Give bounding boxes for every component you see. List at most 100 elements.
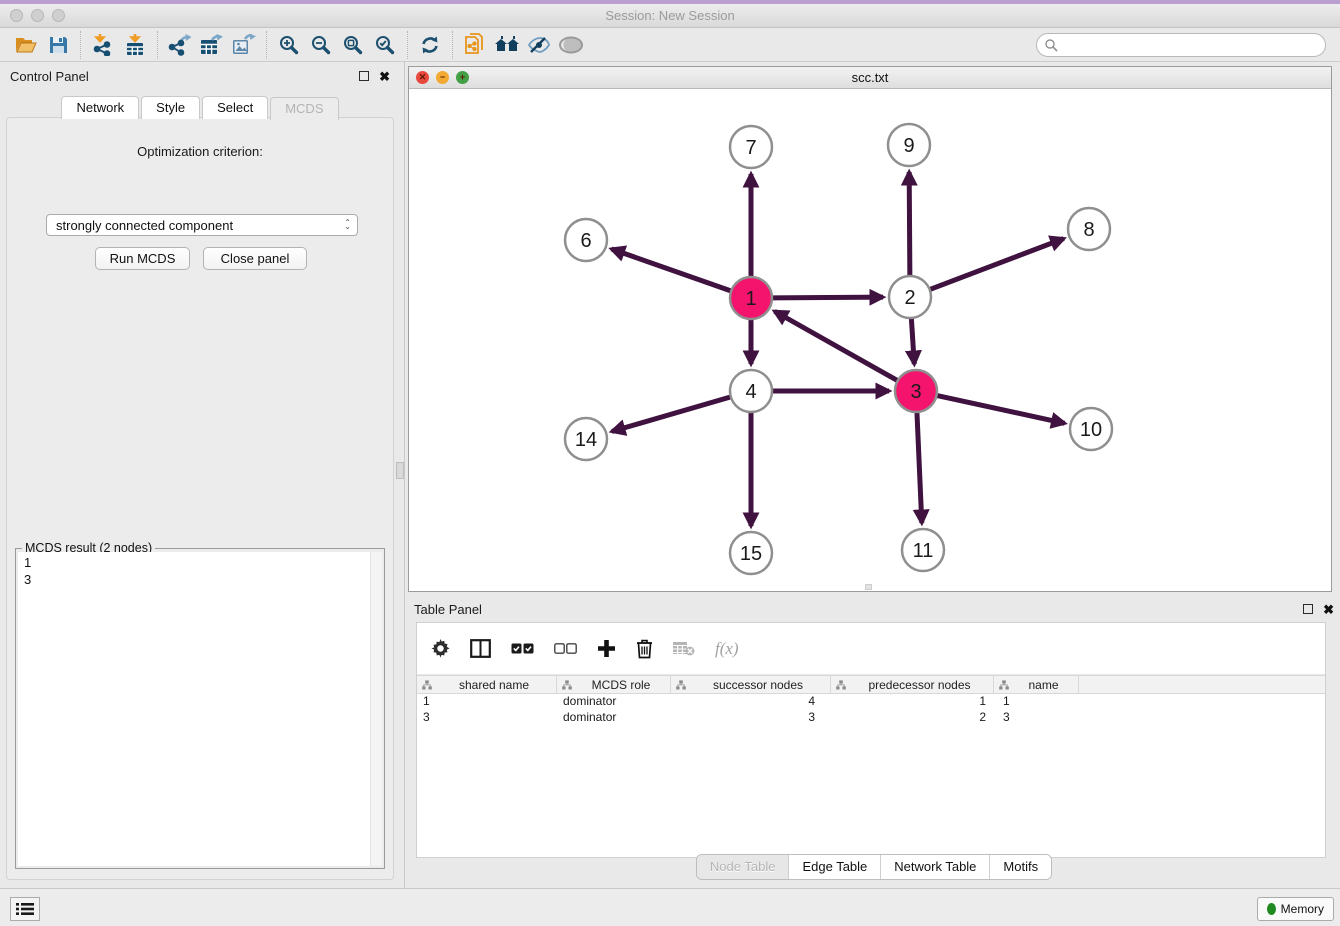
function-builder-icon[interactable]: f(x) <box>715 639 739 659</box>
tab-select[interactable]: Select <box>202 96 268 119</box>
cell[interactable]: 3 <box>994 710 1079 726</box>
close-panel-button[interactable]: Close panel <box>203 247 307 270</box>
node-14[interactable]: 14 <box>565 418 607 460</box>
toolbar-separator <box>157 31 158 59</box>
tab-style[interactable]: Style <box>141 96 200 119</box>
cell[interactable]: 1 <box>417 694 557 710</box>
table-row[interactable]: 1dominator411 <box>417 694 1325 710</box>
node-4[interactable]: 4 <box>730 370 772 412</box>
delete-table-icon[interactable] <box>673 641 695 656</box>
memory-button[interactable]: Memory <box>1257 897 1334 921</box>
column-header-predecessor-nodes[interactable]: predecessor nodes <box>831 676 994 693</box>
node-9[interactable]: 9 <box>888 124 930 166</box>
cell[interactable]: dominator <box>557 710 671 726</box>
canvas-grip[interactable] <box>865 584 872 590</box>
settings-gear-icon[interactable] <box>431 639 450 658</box>
node-11[interactable]: 11 <box>902 529 944 571</box>
node-3[interactable]: 3 <box>895 370 937 412</box>
edge-3-1[interactable] <box>775 311 898 380</box>
column-header-MCDS-role[interactable]: MCDS role <box>557 676 671 693</box>
zoom-in-icon[interactable] <box>273 30 305 60</box>
table-header-row: shared nameMCDS rolesuccessor nodesprede… <box>417 675 1325 694</box>
network-from-clipboard-icon[interactable] <box>459 30 491 60</box>
svg-text:14: 14 <box>575 429 597 451</box>
edge-1-6[interactable] <box>611 249 731 291</box>
node-15[interactable]: 15 <box>730 532 772 574</box>
import-table-icon[interactable] <box>119 30 151 60</box>
control-panel-title: Control Panel <box>10 69 359 84</box>
hide-preview-icon[interactable] <box>555 30 587 60</box>
float-panel-icon[interactable] <box>359 71 369 81</box>
open-file-icon[interactable] <box>10 30 42 60</box>
table-row[interactable]: 3dominator323 <box>417 710 1325 726</box>
edge-3-11[interactable] <box>917 412 922 523</box>
toolbar-separator <box>80 31 81 59</box>
cell[interactable]: 1 <box>831 694 994 710</box>
vizmapper-preview-icon[interactable] <box>523 30 555 60</box>
network-title: scc.txt <box>409 70 1331 85</box>
node-8[interactable]: 8 <box>1068 208 1110 250</box>
criterion-value: strongly connected component <box>56 218 233 233</box>
tab-node-table[interactable]: Node Table <box>697 855 790 879</box>
column-header-successor-nodes[interactable]: successor nodes <box>671 676 831 693</box>
cell[interactable]: 2 <box>831 710 994 726</box>
node-10[interactable]: 10 <box>1070 408 1112 450</box>
float-table-panel-icon[interactable] <box>1303 604 1313 614</box>
close-table-panel-icon[interactable]: ✖ <box>1323 603 1334 616</box>
edge-3-10[interactable] <box>937 395 1065 423</box>
mcds-panel: Optimization criterion: strongly connect… <box>6 117 394 880</box>
search-input[interactable] <box>1058 35 1325 55</box>
column-header-name[interactable]: name <box>994 676 1079 693</box>
edge-2-3[interactable] <box>911 318 914 364</box>
node-2[interactable]: 2 <box>889 276 931 318</box>
vertical-splitter <box>404 62 405 888</box>
result-scrollbar[interactable] <box>370 552 382 866</box>
task-history-button[interactable] <box>10 897 40 921</box>
zoom-out-icon[interactable] <box>305 30 337 60</box>
cell[interactable]: 4 <box>671 694 831 710</box>
edge-2-8[interactable] <box>930 239 1064 290</box>
tab-edge-table[interactable]: Edge Table <box>789 855 881 879</box>
home-icon[interactable] <box>491 30 523 60</box>
tab-network-table[interactable]: Network Table <box>881 855 990 879</box>
edge-1-2[interactable] <box>772 297 883 298</box>
tab-network[interactable]: Network <box>61 96 139 119</box>
mcds-result-group: MCDS result (2 nodes) 1 3 <box>15 548 385 869</box>
memory-status-icon <box>1267 903 1276 915</box>
select-all-icon[interactable] <box>511 643 534 654</box>
tab-mcds[interactable]: MCDS <box>270 97 338 120</box>
criterion-select[interactable]: strongly connected component ⌃⌄ <box>46 214 358 236</box>
cell[interactable]: dominator <box>557 694 671 710</box>
network-window-titlebar[interactable]: ✕ − + scc.txt <box>409 67 1331 89</box>
deselect-all-icon[interactable] <box>554 643 577 654</box>
export-table-icon[interactable] <box>196 30 228 60</box>
network-canvas[interactable]: 7 9 6 8 1 2 4 3 14 10 15 11 <box>409 89 1331 591</box>
search-box[interactable] <box>1036 33 1326 57</box>
mcds-result-text[interactable]: 1 3 <box>18 552 370 866</box>
run-mcds-button[interactable]: Run MCDS <box>95 247 190 270</box>
edge-2-9[interactable] <box>909 172 910 276</box>
control-panel-tabs: Network Style Select MCDS <box>0 96 400 119</box>
import-network-icon[interactable] <box>87 30 119 60</box>
show-columns-icon[interactable] <box>470 639 491 658</box>
save-session-icon[interactable] <box>42 30 74 60</box>
node-1[interactable]: 1 <box>730 277 772 319</box>
node-7[interactable]: 7 <box>730 126 772 168</box>
cell[interactable]: 1 <box>994 694 1079 710</box>
column-header-shared-name[interactable]: shared name <box>417 676 557 693</box>
export-image-icon[interactable] <box>228 30 260 60</box>
cell[interactable]: 3 <box>671 710 831 726</box>
close-panel-icon[interactable]: ✖ <box>379 70 390 83</box>
refresh-icon[interactable] <box>414 30 446 60</box>
splitter-handle[interactable] <box>396 462 404 479</box>
add-column-icon[interactable] <box>597 639 616 658</box>
delete-column-icon[interactable] <box>636 639 653 659</box>
cell[interactable]: 3 <box>417 710 557 726</box>
zoom-selected-icon[interactable] <box>369 30 401 60</box>
tab-motifs[interactable]: Motifs <box>990 855 1051 879</box>
edge-4-14[interactable] <box>612 397 731 432</box>
main-toolbar <box>0 28 1340 62</box>
node-6[interactable]: 6 <box>565 219 607 261</box>
zoom-fit-icon[interactable] <box>337 30 369 60</box>
export-network-icon[interactable] <box>164 30 196 60</box>
